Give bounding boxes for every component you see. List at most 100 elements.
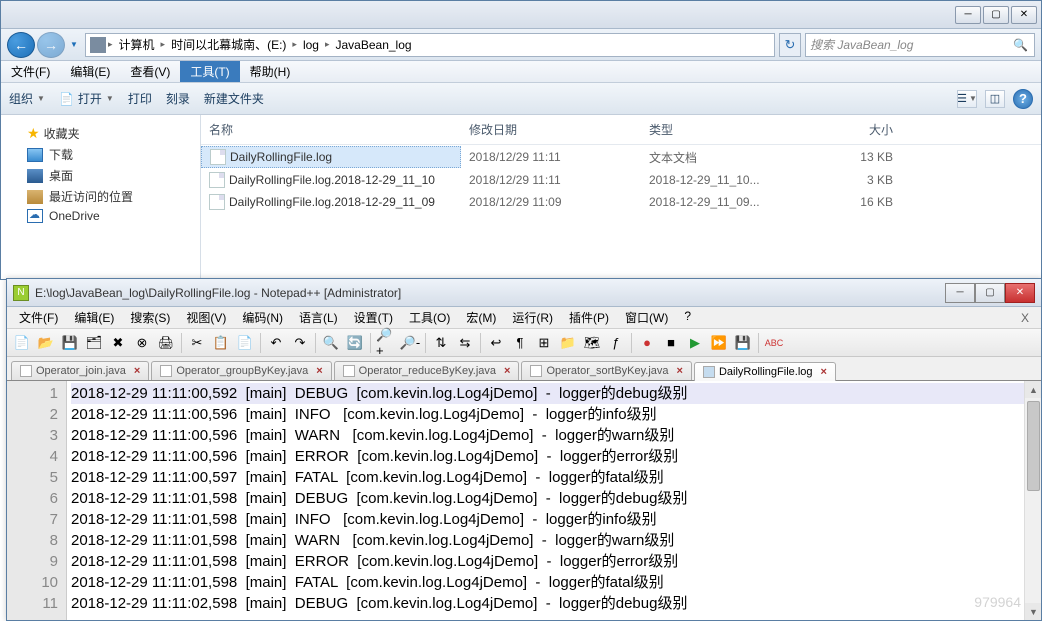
npp-tab[interactable]: DailyRollingFile.log×	[694, 362, 836, 381]
play-macro-icon[interactable]: ▶	[684, 332, 706, 354]
sidebar-item-onedrive[interactable]: OneDrive	[5, 207, 196, 225]
indent-guide-icon[interactable]: ⊞	[533, 332, 555, 354]
save-macro-icon[interactable]: 💾	[732, 332, 754, 354]
zoom-out-icon[interactable]: 🔎-	[399, 332, 421, 354]
new-folder-button[interactable]: 新建文件夹	[204, 90, 264, 107]
burn-button[interactable]: 刻录	[166, 90, 190, 107]
col-type[interactable]: 类型	[641, 119, 811, 140]
npp-maximize-button[interactable]: ▢	[975, 283, 1005, 303]
show-all-chars-icon[interactable]: ¶	[509, 332, 531, 354]
function-list-icon[interactable]: ƒ	[605, 332, 627, 354]
sync-h-icon[interactable]: ⇆	[454, 332, 476, 354]
folder-icon[interactable]: 📁	[557, 332, 579, 354]
paste-icon[interactable]: 📄	[234, 332, 256, 354]
npp-menu-item[interactable]: 搜索(S)	[122, 307, 178, 328]
menu-edit[interactable]: 编辑(E)	[60, 61, 120, 82]
breadcrumb-seg-javabean[interactable]: JavaBean_log	[332, 38, 416, 52]
view-options-button[interactable]: ☰▼	[957, 90, 977, 108]
copy-icon[interactable]: 📋	[210, 332, 232, 354]
file-row[interactable]: DailyRollingFile.log.2018-12-29_11_10201…	[201, 169, 1041, 191]
search-input[interactable]: 搜索 JavaBean_log 🔍	[805, 33, 1035, 57]
undo-icon[interactable]: ↶	[265, 332, 287, 354]
close-button[interactable]: ✕	[1011, 6, 1037, 24]
file-row[interactable]: DailyRollingFile.log2018/12/29 11:11文本文档…	[201, 145, 1041, 169]
col-size[interactable]: 大小	[811, 119, 901, 140]
refresh-button[interactable]: ↻	[779, 33, 801, 57]
organize-button[interactable]: 组织▼	[9, 90, 45, 107]
open-file-icon[interactable]: 📂	[35, 332, 57, 354]
npp-menu-item[interactable]: 编码(N)	[234, 307, 291, 328]
scroll-down-arrow[interactable]: ▼	[1025, 603, 1041, 620]
play-multi-icon[interactable]: ⏩	[708, 332, 730, 354]
doc-map-icon[interactable]: 🗺	[581, 332, 603, 354]
npp-editor[interactable]: 1234567891011 2018-12-29 11:11:00,592 [m…	[7, 381, 1041, 620]
breadcrumb-seg-log[interactable]: log	[299, 38, 323, 52]
npp-menu-close-doc[interactable]: X	[1013, 311, 1037, 325]
npp-menu-item[interactable]: 设置(T)	[346, 307, 401, 328]
npp-close-button[interactable]: ✕	[1005, 283, 1035, 303]
nav-back-button[interactable]: ←	[7, 32, 35, 58]
npp-menu-item[interactable]: ?	[676, 307, 699, 328]
npp-menu-item[interactable]: 编辑(E)	[66, 307, 122, 328]
close-file-icon[interactable]: ✖	[107, 332, 129, 354]
sidebar-item-recent[interactable]: 最近访问的位置	[5, 186, 196, 207]
close-all-icon[interactable]: ⊗	[131, 332, 153, 354]
print-button[interactable]: 打印	[128, 90, 152, 107]
open-button[interactable]: 📄打开▼	[59, 90, 114, 107]
cut-icon[interactable]: ✂	[186, 332, 208, 354]
replace-icon[interactable]: 🔄	[344, 332, 366, 354]
npp-menu-item[interactable]: 运行(R)	[504, 307, 561, 328]
breadcrumb-seg-computer[interactable]: 计算机	[115, 36, 159, 53]
tab-close-icon[interactable]: ×	[134, 365, 140, 377]
zoom-in-icon[interactable]: 🔎+	[375, 332, 397, 354]
menu-view[interactable]: 查看(V)	[120, 61, 180, 82]
save-all-icon[interactable]: 🗂	[83, 332, 105, 354]
redo-icon[interactable]: ↷	[289, 332, 311, 354]
menu-help[interactable]: 帮助(H)	[240, 61, 301, 82]
npp-tab[interactable]: Operator_groupByKey.java×	[151, 361, 331, 380]
print-icon[interactable]: 🖨	[155, 332, 177, 354]
sidebar-favorites[interactable]: ▷ ★ 收藏夹	[5, 123, 196, 144]
npp-tab[interactable]: Operator_join.java×	[11, 361, 149, 380]
npp-menu-item[interactable]: 窗口(W)	[617, 307, 676, 328]
nav-forward-button[interactable]: →	[37, 32, 65, 58]
find-icon[interactable]: 🔍	[320, 332, 342, 354]
wordwrap-icon[interactable]: ↩	[485, 332, 507, 354]
npp-tab[interactable]: Operator_reduceByKey.java×	[334, 361, 520, 380]
help-button[interactable]: ?	[1013, 89, 1033, 109]
scroll-thumb[interactable]	[1027, 401, 1040, 491]
npp-tab[interactable]: Operator_sortByKey.java×	[521, 361, 692, 380]
sidebar-item-desktop[interactable]: 桌面	[5, 165, 196, 186]
record-macro-icon[interactable]: ●	[636, 332, 658, 354]
save-icon[interactable]: 💾	[59, 332, 81, 354]
tab-close-icon[interactable]: ×	[316, 365, 322, 377]
code-area[interactable]: 2018-12-29 11:11:00,592 [main] DEBUG [co…	[67, 381, 1041, 620]
npp-menu-item[interactable]: 工具(O)	[401, 307, 458, 328]
breadcrumb-seg-drive[interactable]: 时间以北幕城南、(E:)	[167, 36, 290, 53]
file-row[interactable]: DailyRollingFile.log.2018-12-29_11_09201…	[201, 191, 1041, 213]
menu-tools[interactable]: 工具(T)	[180, 61, 239, 82]
tab-close-icon[interactable]: ×	[821, 366, 827, 378]
col-name[interactable]: 名称	[201, 119, 461, 140]
maximize-button[interactable]: ▢	[983, 6, 1009, 24]
npp-menu-item[interactable]: 插件(P)	[561, 307, 617, 328]
npp-menu-item[interactable]: 视图(V)	[178, 307, 234, 328]
sidebar-item-downloads[interactable]: 下载	[5, 144, 196, 165]
npp-minimize-button[interactable]: ─	[945, 283, 975, 303]
stop-macro-icon[interactable]: ■	[660, 332, 682, 354]
npp-menu-item[interactable]: 语言(L)	[291, 307, 346, 328]
menu-file[interactable]: 文件(F)	[1, 61, 60, 82]
col-date[interactable]: 修改日期	[461, 119, 641, 140]
tab-close-icon[interactable]: ×	[677, 365, 683, 377]
npp-menu-item[interactable]: 文件(F)	[11, 307, 66, 328]
scroll-up-arrow[interactable]: ▲	[1025, 381, 1041, 398]
nav-history-dropdown[interactable]: ▼	[67, 32, 81, 58]
breadcrumb[interactable]: ▸ 计算机 ▸ 时间以北幕城南、(E:) ▸ log ▸ JavaBean_lo…	[85, 33, 775, 57]
npp-menu-item[interactable]: 宏(M)	[458, 307, 504, 328]
vertical-scrollbar[interactable]: ▲ ▼	[1024, 381, 1041, 620]
spellcheck-icon[interactable]: ABC	[763, 332, 785, 354]
new-file-icon[interactable]: 📄	[11, 332, 33, 354]
minimize-button[interactable]: ─	[955, 6, 981, 24]
sync-v-icon[interactable]: ⇅	[430, 332, 452, 354]
preview-pane-button[interactable]: ◫	[985, 90, 1005, 108]
